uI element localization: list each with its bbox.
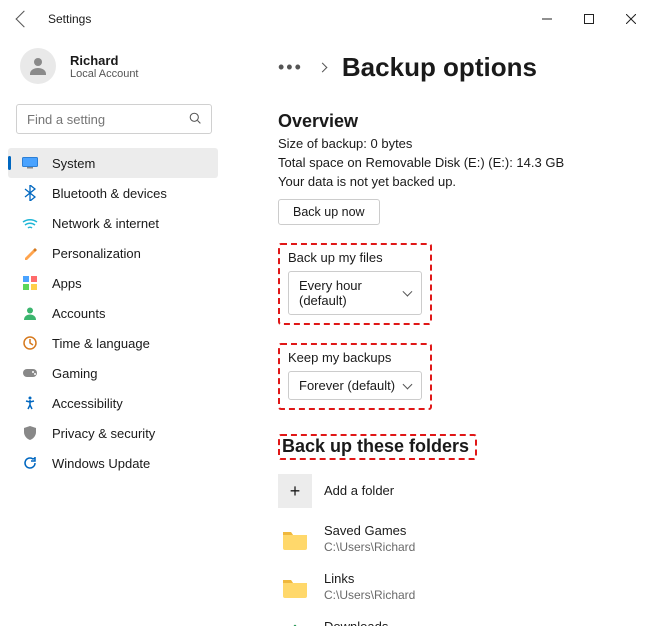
chevron-right-icon: [317, 63, 327, 73]
nav-item-time[interactable]: Time & language: [8, 328, 218, 358]
nav-item-network[interactable]: Network & internet: [8, 208, 218, 238]
backup-frequency-select[interactable]: Every hour (default): [288, 271, 422, 315]
add-folder-label: Add a folder: [324, 483, 394, 499]
nav-label: Bluetooth & devices: [52, 186, 167, 201]
keep-backups-select[interactable]: Forever (default): [288, 371, 422, 400]
folder-row[interactable]: Saved GamesC:\Users\Richard: [278, 522, 628, 556]
highlight-folders-heading: Back up these folders: [278, 434, 477, 460]
breadcrumb-overflow[interactable]: •••: [278, 57, 303, 78]
add-icon: +: [278, 474, 312, 508]
nav-item-update[interactable]: Windows Update: [8, 448, 218, 478]
accounts-icon: [22, 305, 38, 321]
gaming-icon: [22, 365, 38, 381]
search-icon: [189, 112, 202, 125]
nav-item-privacy[interactable]: Privacy & security: [8, 418, 218, 448]
folder-icon: [278, 570, 312, 604]
folders-heading: Back up these folders: [282, 436, 469, 457]
nav-label: Personalization: [52, 246, 141, 261]
highlight-retention: Keep my backups Forever (default): [278, 343, 432, 410]
time-icon: [22, 335, 38, 351]
backup-frequency-value: Every hour (default): [299, 278, 404, 308]
folder-path: C:\Users\Richard: [324, 588, 415, 603]
folder-name: Links: [324, 571, 415, 587]
nav-item-apps[interactable]: Apps: [8, 268, 218, 298]
title-bar: Settings: [0, 0, 652, 38]
backup-status: Your data is not yet backed up.: [278, 174, 628, 189]
add-folder-row[interactable]: + Add a folder: [278, 474, 628, 508]
search-container: [16, 104, 212, 134]
minimize-button[interactable]: [526, 5, 568, 33]
folder-name: Saved Games: [324, 523, 415, 539]
download-icon: [278, 618, 312, 626]
content-area: ••• Backup options Overview Size of back…: [226, 38, 652, 626]
nav-item-system[interactable]: System: [8, 148, 218, 178]
nav-label: Accessibility: [52, 396, 123, 411]
folder-row[interactable]: LinksC:\Users\Richard: [278, 570, 628, 604]
backup-now-button[interactable]: Back up now: [278, 199, 380, 225]
backup-size: Size of backup: 0 bytes: [278, 136, 628, 151]
keep-backups-label: Keep my backups: [288, 350, 422, 365]
privacy-icon: [22, 425, 38, 441]
folder-path: C:\Users\Richard: [324, 540, 415, 555]
nav-item-bluetooth[interactable]: Bluetooth & devices: [8, 178, 218, 208]
avatar-icon: [20, 48, 56, 84]
account-name: Richard: [70, 53, 139, 68]
update-icon: [22, 455, 38, 471]
back-icon[interactable]: [16, 11, 33, 28]
keep-backups-value: Forever (default): [299, 378, 395, 393]
personalization-icon: [22, 245, 38, 261]
network-icon: [22, 215, 38, 231]
nav-label: Apps: [52, 276, 82, 291]
nav-label: Windows Update: [52, 456, 150, 471]
maximize-button[interactable]: [568, 5, 610, 33]
account-type: Local Account: [70, 68, 139, 80]
page-title: Backup options: [342, 52, 537, 83]
nav-list: System Bluetooth & devices Network & int…: [4, 148, 222, 478]
backup-frequency-label: Back up my files: [288, 250, 422, 265]
breadcrumb: ••• Backup options: [278, 52, 628, 83]
system-icon: [22, 155, 38, 171]
overview-heading: Overview: [278, 111, 628, 132]
close-button[interactable]: [610, 5, 652, 33]
search-input[interactable]: [16, 104, 212, 134]
nav-label: Accounts: [52, 306, 105, 321]
nav-label: Network & internet: [52, 216, 159, 231]
bluetooth-icon: [22, 185, 38, 201]
chevron-down-icon: [403, 379, 413, 389]
account-block[interactable]: Richard Local Account: [4, 46, 222, 100]
folder-name: Downloads: [324, 619, 415, 626]
folder-row[interactable]: DownloadsC:\Users\Richard: [278, 618, 628, 626]
nav-label: Time & language: [52, 336, 150, 351]
sidebar: Richard Local Account System Bluetooth &…: [0, 38, 226, 626]
accessibility-icon: [22, 395, 38, 411]
highlight-frequency: Back up my files Every hour (default): [278, 243, 432, 325]
nav-label: Gaming: [52, 366, 98, 381]
total-space: Total space on Removable Disk (E:) (E:):…: [278, 155, 628, 170]
window-controls: [526, 5, 652, 33]
nav-item-personalization[interactable]: Personalization: [8, 238, 218, 268]
nav-item-accounts[interactable]: Accounts: [8, 298, 218, 328]
nav-label: System: [52, 156, 95, 171]
nav-item-accessibility[interactable]: Accessibility: [8, 388, 218, 418]
nav-item-gaming[interactable]: Gaming: [8, 358, 218, 388]
apps-icon: [22, 275, 38, 291]
nav-label: Privacy & security: [52, 426, 155, 441]
folder-icon: [278, 522, 312, 556]
window-title: Settings: [48, 12, 91, 26]
